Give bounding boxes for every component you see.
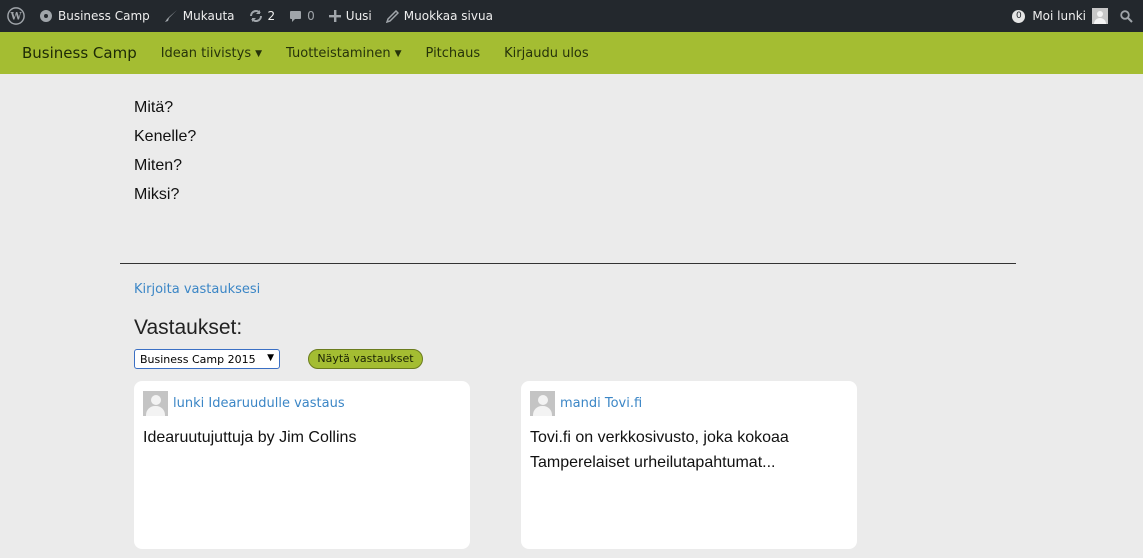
updates-link[interactable]: 2: [242, 0, 283, 32]
edit-page-link[interactable]: Muokkaa sivua: [379, 0, 500, 32]
updates-icon: [249, 9, 263, 23]
answer-card[interactable]: lunki Idearuudulle vastaus Idearuutujutt…: [134, 381, 470, 549]
site-name-link[interactable]: Business Camp: [32, 0, 157, 32]
answer-author-link[interactable]: mandi Tovi.fi: [560, 396, 642, 411]
answer-author-link[interactable]: lunki Idearuudulle vastaus: [173, 396, 345, 411]
nav-item-tuotteistaminen[interactable]: Tuotteistaminen ▼: [286, 46, 401, 61]
question-mita: Mitä?: [134, 99, 174, 116]
comment-icon: [289, 10, 302, 23]
notification-count-badge: 0: [1012, 9, 1026, 23]
avatar: [143, 391, 168, 416]
nav-item-kirjaudu-ulos[interactable]: Kirjaudu ulos: [504, 46, 589, 61]
user-avatar-icon: [1092, 8, 1108, 24]
admin-bar: W Business Camp Mukauta 2 0 Uusi Muokkaa…: [0, 0, 1143, 32]
customize-link[interactable]: Mukauta: [157, 0, 242, 32]
nav-item-label: Idean tiivistys: [160, 45, 252, 61]
question-list: Mitä? Kenelle? Miten? Miksi?: [134, 93, 196, 209]
greeting-label: Moi lunki: [1032, 9, 1086, 23]
write-answer-link[interactable]: Kirjoita vastauksesi: [134, 282, 260, 297]
nav-item-pitchaus[interactable]: Pitchaus: [426, 46, 481, 61]
answer-card-header: lunki Idearuudulle vastaus: [143, 391, 345, 416]
comments-link[interactable]: 0: [282, 0, 322, 32]
camp-select-value: Business Camp 2015: [140, 352, 256, 366]
show-answers-button[interactable]: Näytä vastaukset: [308, 349, 423, 369]
answer-card-header: mandi Tovi.fi: [530, 391, 642, 416]
question-kenelle: Kenelle?: [134, 128, 197, 145]
nav-item-idean-tiivistys[interactable]: Idean tiivistys ▼: [161, 46, 262, 61]
comments-count: 0: [307, 9, 315, 23]
new-content-link[interactable]: Uusi: [322, 0, 379, 32]
camp-select[interactable]: Business Camp 2015 ▼: [134, 349, 280, 369]
edit-page-label: Muokkaa sivua: [403, 9, 493, 23]
answer-excerpt: Idearuutujuttuja by Jim Collins: [143, 429, 357, 446]
search-icon[interactable]: [1112, 0, 1143, 32]
plus-icon: [328, 10, 341, 22]
select-arrow-icon: ▼: [267, 353, 274, 363]
pencil-icon: [385, 9, 399, 23]
brush-icon: [164, 9, 178, 23]
site-name-label: Business Camp: [58, 9, 150, 23]
caret-down-icon: ▼: [394, 48, 402, 59]
answer-card[interactable]: mandi Tovi.fi Tovi.fi on verkkosivusto, …: [521, 381, 857, 549]
updates-count: 2: [267, 9, 276, 23]
answers-heading: Vastaukset:: [134, 316, 243, 339]
answer-excerpt: Tovi.fi on verkkosivusto, joka kokoaa Ta…: [530, 429, 789, 471]
wordpress-logo-icon[interactable]: W: [0, 0, 32, 32]
caret-down-icon: ▼: [255, 48, 263, 59]
main-navigation: Business Camp Idean tiivistys ▼ Tuotteist…: [0, 32, 1143, 74]
question-miten: Miten?: [134, 157, 183, 174]
question-miksi: Miksi?: [134, 186, 180, 203]
nav-item-label: Tuotteistaminen: [286, 45, 391, 61]
svg-text:W: W: [9, 12, 22, 23]
divider: [120, 263, 1016, 264]
account-menu[interactable]: 0 Moi lunki: [1005, 0, 1112, 32]
avatar: [530, 391, 555, 416]
dashboard-icon: [39, 9, 53, 23]
brand-link[interactable]: Business Camp: [22, 44, 137, 62]
new-label: Uusi: [345, 9, 372, 23]
customize-label: Mukauta: [182, 9, 235, 23]
